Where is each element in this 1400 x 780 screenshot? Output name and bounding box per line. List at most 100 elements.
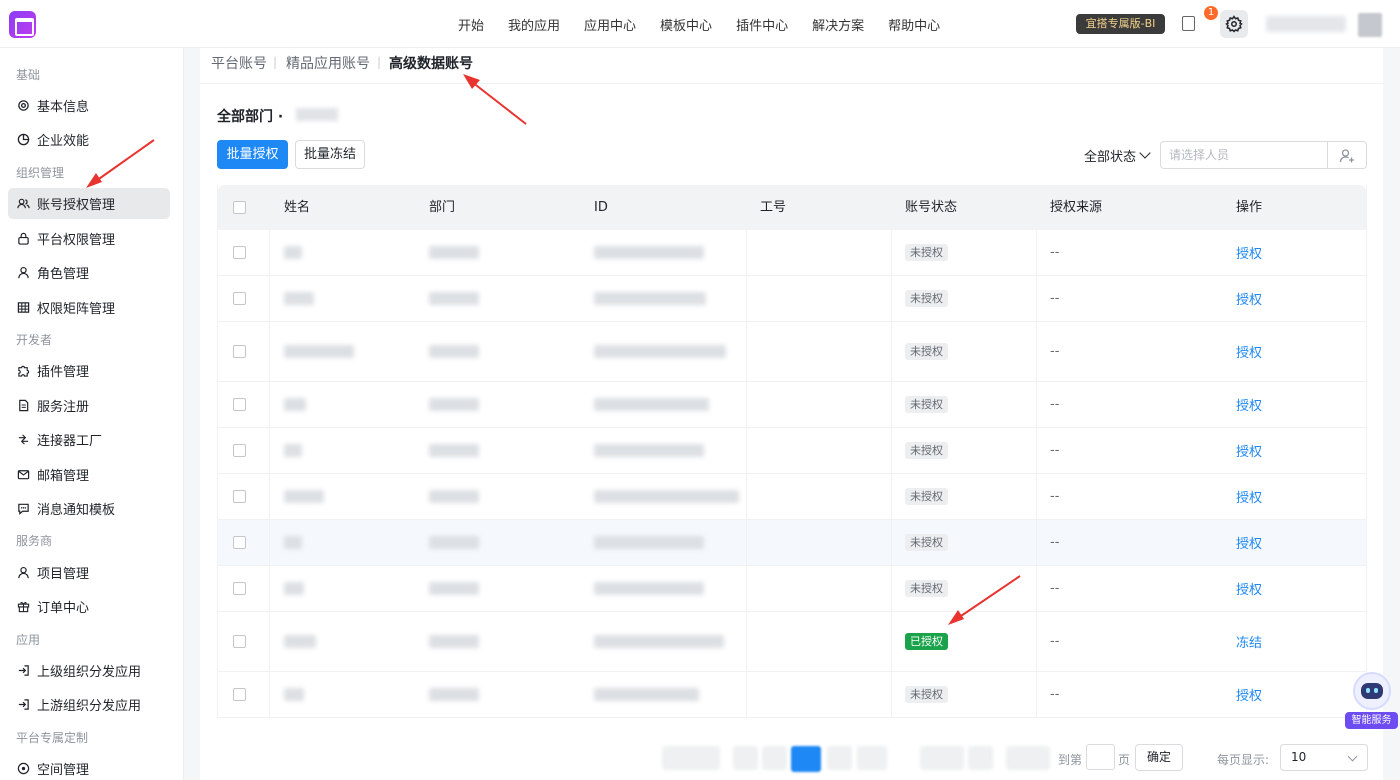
id-cell bbox=[594, 382, 709, 427]
per-page-select[interactable]: 10 bbox=[1280, 744, 1368, 771]
row-action-link[interactable]: 授权 bbox=[1236, 579, 1262, 598]
settings-button[interactable] bbox=[1220, 10, 1248, 38]
department-value bbox=[429, 292, 479, 305]
topnav-plugin-center[interactable]: 插件中心 bbox=[736, 15, 788, 34]
sidebar-item-msg-template[interactable]: 消息通知模板 bbox=[8, 493, 170, 524]
sidebar-item-orders[interactable]: 订单中心 bbox=[8, 591, 170, 622]
sidebar-item-mailbox[interactable]: 邮箱管理 bbox=[8, 459, 170, 490]
status-cell: 未授权 bbox=[905, 230, 948, 275]
row-checkbox[interactable] bbox=[233, 688, 246, 701]
user-name[interactable] bbox=[1266, 16, 1346, 32]
pagination-page[interactable] bbox=[857, 746, 887, 770]
row-checkbox[interactable] bbox=[233, 635, 246, 648]
sidebar-section-basic: 基础 bbox=[16, 68, 41, 82]
batch-freeze-button[interactable]: 批量冻结 bbox=[295, 140, 365, 169]
department-cell bbox=[429, 520, 479, 565]
add-person-button[interactable] bbox=[1328, 141, 1367, 169]
topnav-help-center[interactable]: 帮助中心 bbox=[888, 15, 940, 34]
pagination-confirm-button[interactable]: 确定 bbox=[1135, 744, 1183, 771]
topnav-start[interactable]: 开始 bbox=[458, 15, 484, 34]
sidebar-item-connector[interactable]: 连接器工厂 bbox=[8, 424, 170, 455]
tab-advanced-data-account[interactable]: 高级数据账号 bbox=[389, 53, 473, 73]
row-select-cell bbox=[233, 230, 246, 275]
name-value bbox=[284, 444, 302, 457]
sidebar-item-service-register[interactable]: 服务注册 bbox=[8, 390, 170, 421]
row-action-link[interactable]: 授权 bbox=[1236, 685, 1262, 704]
sidebar-item-account-auth[interactable]: 账号授权管理 bbox=[8, 188, 170, 219]
row-action-link[interactable]: 授权 bbox=[1236, 395, 1262, 414]
table-row[interactable]: 未授权 -- 授权 bbox=[218, 428, 1366, 474]
account-tabs: 平台账号 | 精品应用账号 | 高级数据账号 bbox=[200, 48, 1383, 84]
avatar[interactable] bbox=[1358, 13, 1382, 37]
pagination-next[interactable] bbox=[968, 746, 993, 770]
pagination-page[interactable] bbox=[762, 746, 787, 770]
row-action-link[interactable]: 授权 bbox=[1236, 487, 1262, 506]
tab-premium-app-account[interactable]: 精品应用账号 bbox=[286, 53, 370, 73]
row-action-link[interactable]: 冻结 bbox=[1236, 632, 1262, 651]
sidebar-section-provider: 服务商 bbox=[16, 534, 53, 548]
table-row[interactable]: 未授权 -- 授权 bbox=[218, 322, 1366, 382]
pagination-current-page[interactable] bbox=[791, 746, 821, 772]
tab-platform-account[interactable]: 平台账号 bbox=[211, 53, 267, 73]
sidebar-item-space[interactable]: 空间管理 bbox=[8, 753, 170, 780]
sidebar-item-basic-info[interactable]: 基本信息 bbox=[8, 90, 170, 121]
row-checkbox[interactable] bbox=[233, 582, 246, 595]
topnav-my-apps[interactable]: 我的应用 bbox=[508, 15, 560, 34]
pagination-prev[interactable] bbox=[733, 746, 758, 770]
row-action-link[interactable]: 授权 bbox=[1236, 243, 1262, 262]
row-action-link[interactable]: 授权 bbox=[1236, 342, 1262, 361]
smart-service-widget[interactable]: 智能服务 bbox=[1345, 672, 1398, 730]
pagination-page[interactable] bbox=[920, 746, 964, 770]
row-checkbox[interactable] bbox=[233, 536, 246, 549]
person-search-input[interactable] bbox=[1160, 141, 1328, 169]
auth-source-value: -- bbox=[1050, 245, 1060, 260]
sidebar-item-upstream-org-apps[interactable]: 上游组织分发应用 bbox=[8, 689, 170, 720]
row-checkbox[interactable] bbox=[233, 398, 246, 411]
sidebar-item-efficiency[interactable]: 企业效能 bbox=[8, 124, 170, 155]
table-row[interactable]: 未授权 -- 授权 bbox=[218, 474, 1366, 520]
pagination-page[interactable] bbox=[827, 746, 852, 770]
topnav-template-center[interactable]: 模板中心 bbox=[660, 15, 712, 34]
sidebar-item-upper-org-apps[interactable]: 上级组织分发应用 bbox=[8, 655, 170, 686]
pagination-size-changer[interactable] bbox=[1006, 746, 1050, 770]
table-row[interactable]: 未授权 -- 授权 bbox=[218, 382, 1366, 428]
add-user-icon bbox=[1339, 149, 1354, 163]
row-action-link[interactable]: 授权 bbox=[1236, 533, 1262, 552]
table-row[interactable]: 已授权 -- 冻结 bbox=[218, 612, 1366, 672]
row-checkbox[interactable] bbox=[233, 246, 246, 259]
sidebar-item-projects[interactable]: 项目管理 bbox=[8, 557, 170, 588]
row-action-link[interactable]: 授权 bbox=[1236, 441, 1262, 460]
sidebar-item-plugins[interactable]: 插件管理 bbox=[8, 355, 170, 386]
status-badge: 未授权 bbox=[905, 488, 948, 505]
topnav-app-center[interactable]: 应用中心 bbox=[584, 15, 636, 34]
row-checkbox[interactable] bbox=[233, 292, 246, 305]
table-row[interactable]: 未授权 -- 授权 bbox=[218, 566, 1366, 612]
per-page-label: 每页显示: bbox=[1217, 753, 1270, 767]
table-row[interactable]: 未授权 -- 授权 bbox=[218, 520, 1366, 566]
table-row[interactable]: 未授权 -- 授权 bbox=[218, 276, 1366, 322]
status-cell: 未授权 bbox=[905, 428, 948, 473]
table-row[interactable]: 未授权 -- 授权 bbox=[218, 672, 1366, 718]
action-cell: 授权 bbox=[1236, 382, 1262, 427]
status-filter-dropdown[interactable]: 全部状态 bbox=[1084, 146, 1151, 165]
bi-edition-badge[interactable]: 宜搭专属版-BI bbox=[1076, 14, 1165, 34]
topnav-solutions[interactable]: 解决方案 bbox=[812, 15, 864, 34]
select-all-checkbox[interactable] bbox=[233, 201, 246, 214]
row-checkbox[interactable] bbox=[233, 490, 246, 503]
sidebar-item-label: 上游组织分发应用 bbox=[37, 699, 142, 714]
row-checkbox[interactable] bbox=[233, 345, 246, 358]
row-action-link[interactable]: 授权 bbox=[1236, 289, 1262, 308]
sidebar-item-label: 邮箱管理 bbox=[37, 469, 90, 484]
auth-source-value: -- bbox=[1050, 581, 1060, 596]
row-checkbox[interactable] bbox=[233, 444, 246, 457]
sidebar-item-platform-perm[interactable]: 平台权限管理 bbox=[8, 223, 170, 254]
table-row[interactable]: 未授权 -- 授权 bbox=[218, 230, 1366, 276]
pagination-goto-input[interactable] bbox=[1086, 744, 1115, 770]
department-cell bbox=[429, 566, 479, 611]
sidebar-item-roles[interactable]: 角色管理 bbox=[8, 257, 170, 288]
sidebar-item-perm-matrix[interactable]: 权限矩阵管理 bbox=[8, 292, 170, 323]
app-logo-icon[interactable] bbox=[9, 11, 36, 38]
notes-icon[interactable] bbox=[1182, 16, 1195, 31]
column-divider bbox=[269, 230, 270, 275]
batch-authorize-button[interactable]: 批量授权 bbox=[217, 140, 288, 169]
